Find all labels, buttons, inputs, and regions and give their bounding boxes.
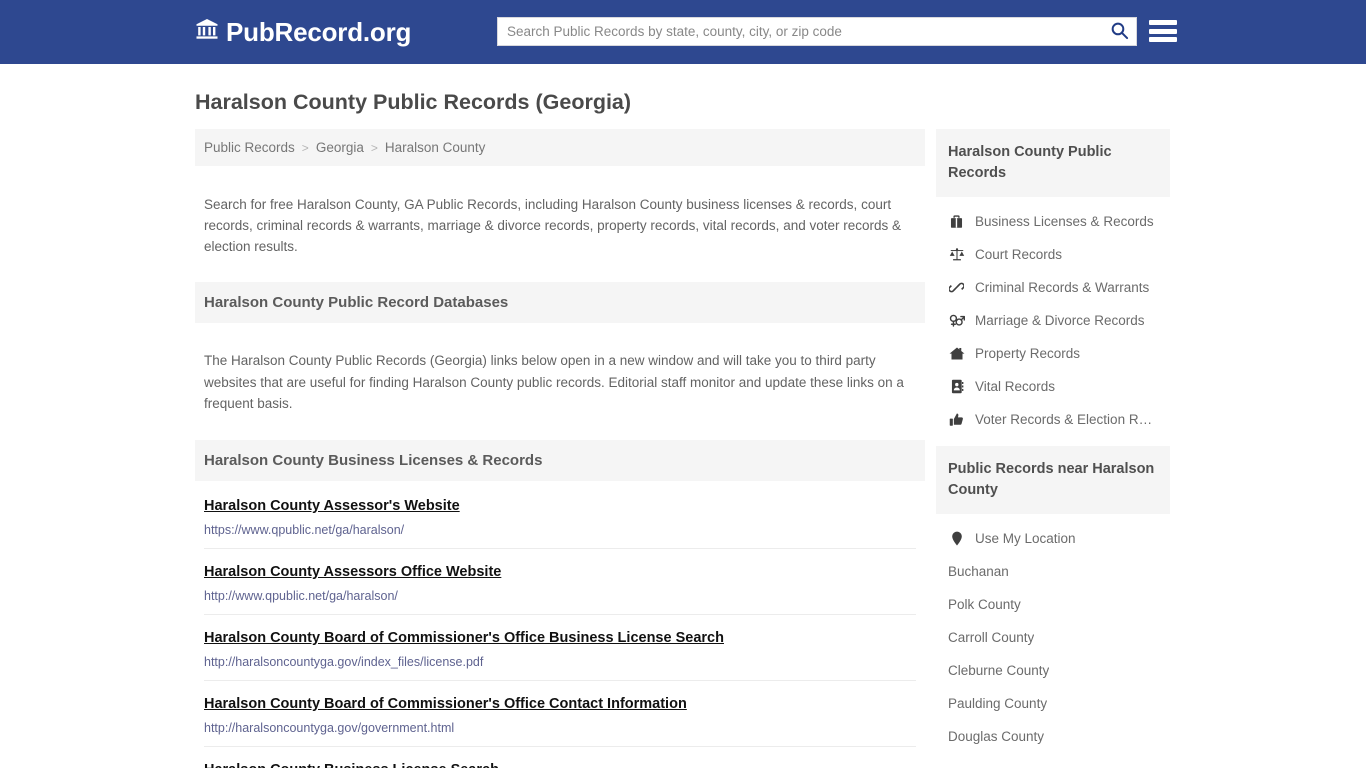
record-link-title[interactable]: Haralson County Assessor's Website xyxy=(204,498,460,514)
sidebar-item-paulding-county[interactable]: Paulding County xyxy=(936,687,1170,720)
search-icon xyxy=(1110,21,1129,43)
sidebar-item-court-records[interactable]: Court Records xyxy=(936,238,1170,271)
hamburger-bar xyxy=(1149,20,1177,25)
list-item: Haralson County Business License Search … xyxy=(204,747,916,768)
home-icon xyxy=(948,346,965,361)
record-link-title[interactable]: Haralson County Board of Commissioner's … xyxy=(204,630,724,646)
sidebar-item-business-licenses[interactable]: Business Licenses & Records xyxy=(936,205,1170,238)
site-logo-text: PubRecord.org xyxy=(226,16,412,47)
sidebar-item-property-records[interactable]: Property Records xyxy=(936,337,1170,370)
record-link-title[interactable]: Haralson County Board of Commissioner's … xyxy=(204,696,687,712)
record-link-url[interactable]: http://haralsoncountyga.gov/index_files/… xyxy=(204,655,916,669)
record-link-url[interactable]: http://www.qpublic.net/ga/haralson/ xyxy=(204,589,916,603)
bank-icon xyxy=(195,17,219,48)
intro-paragraph: Search for free Haralson County, GA Publ… xyxy=(204,196,901,255)
briefcase-icon xyxy=(948,214,965,229)
record-link-url[interactable]: http://haralsoncountyga.gov/government.h… xyxy=(204,721,916,735)
hamburger-bar xyxy=(1149,28,1177,34)
list-item: Haralson County Board of Commissioner's … xyxy=(204,615,916,681)
sidebar-item-label: Douglas County xyxy=(948,729,1045,745)
sidebar-item-label: Paulding County xyxy=(948,696,1048,712)
main-column: Public Records > Georgia > Haralson Coun… xyxy=(195,129,925,768)
site-logo-link[interactable]: PubRecord.org xyxy=(195,17,411,48)
site-header: PubRecord.org xyxy=(0,0,1366,64)
breadcrumb-separator-icon: > xyxy=(370,140,378,155)
databases-section-body: The Haralson County Public Records (Geor… xyxy=(204,353,904,412)
sidebar-item-voter-records[interactable]: Voter Records & Election R… xyxy=(936,403,1170,436)
record-link-title[interactable]: Haralson County Assessors Office Website xyxy=(204,564,501,580)
search-input[interactable] xyxy=(498,18,1102,45)
list-item: Haralson County Assessors Office Website… xyxy=(204,549,916,615)
sidebar-item-label: Carroll County xyxy=(948,630,1035,646)
breadcrumb-item-haralson-county: Haralson County xyxy=(384,140,486,155)
sidebar-item-label: Voter Records & Election R… xyxy=(975,412,1153,428)
list-item: Haralson County Board of Commissioner's … xyxy=(204,681,916,747)
sidebar-nearby-heading: Public Records near Haralson County xyxy=(936,446,1170,515)
databases-section-heading: Haralson County Public Record Databases xyxy=(195,281,925,323)
sidebar-records-list: Business Licenses & Records Court Record… xyxy=(936,197,1170,440)
address-book-icon xyxy=(948,379,965,394)
venus-mars-icon xyxy=(948,313,965,328)
search-button[interactable] xyxy=(1102,18,1136,45)
business-section-heading: Haralson County Business Licenses & Reco… xyxy=(195,439,925,481)
sidebar-records-heading: Haralson County Public Records xyxy=(936,129,1170,198)
sidebar-item-label: Cleburne County xyxy=(948,663,1050,679)
sidebar-nearby-box: Public Records near Haralson County Use … xyxy=(936,446,1170,757)
page-title: Haralson County Public Records (Georgia) xyxy=(195,90,632,114)
page-container: Haralson County Public Records (Georgia)… xyxy=(0,64,1366,768)
sidebar-item-label: Business Licenses & Records xyxy=(975,214,1154,230)
content-layout: Public Records > Georgia > Haralson Coun… xyxy=(195,129,1366,768)
sidebar-item-use-my-location[interactable]: Use My Location xyxy=(936,522,1170,555)
hamburger-bar xyxy=(1149,37,1177,42)
sidebar-item-buchanan[interactable]: Buchanan xyxy=(936,555,1170,588)
sidebar-item-label: Property Records xyxy=(975,346,1081,362)
breadcrumb-item-public-records[interactable]: Public Records xyxy=(204,140,295,155)
sidebar-item-douglas-county[interactable]: Douglas County xyxy=(936,720,1170,753)
record-link-url[interactable]: https://www.qpublic.net/ga/haralson/ xyxy=(204,523,916,537)
search-bar[interactable] xyxy=(497,17,1137,46)
thumbs-up-icon xyxy=(948,412,965,427)
sidebar-item-carroll-county[interactable]: Carroll County xyxy=(936,621,1170,654)
sidebar-nearby-list: Use My Location Buchanan Polk County Car… xyxy=(936,514,1170,757)
list-item: Haralson County Assessor's Website https… xyxy=(204,481,916,549)
business-link-list: Haralson County Assessor's Website https… xyxy=(195,481,925,768)
sidebar-item-polk-county[interactable]: Polk County xyxy=(936,588,1170,621)
sidebar: Haralson County Public Records Business … xyxy=(936,129,1170,763)
map-marker-icon xyxy=(948,531,965,546)
sidebar-item-label: Court Records xyxy=(975,247,1063,263)
sidebar-item-cleburne-county[interactable]: Cleburne County xyxy=(936,654,1170,687)
handcuffs-icon xyxy=(948,280,965,295)
sidebar-item-marriage-divorce[interactable]: Marriage & Divorce Records xyxy=(936,304,1170,337)
sidebar-item-label: Marriage & Divorce Records xyxy=(975,313,1145,329)
sidebar-item-criminal-records[interactable]: Criminal Records & Warrants xyxy=(936,271,1170,304)
breadcrumb-separator-icon: > xyxy=(301,140,309,155)
breadcrumb-item-georgia[interactable]: Georgia xyxy=(316,140,364,155)
sidebar-item-label: Polk County xyxy=(948,597,1021,613)
scales-of-justice-icon xyxy=(948,247,965,262)
sidebar-records-box: Haralson County Public Records Business … xyxy=(936,129,1170,440)
sidebar-item-label: Criminal Records & Warrants xyxy=(975,280,1150,296)
sidebar-item-label: Buchanan xyxy=(948,564,1009,580)
hamburger-menu-icon[interactable] xyxy=(1149,18,1177,44)
breadcrumb: Public Records > Georgia > Haralson Coun… xyxy=(195,129,925,166)
sidebar-item-label: Use My Location xyxy=(975,531,1076,547)
record-link-title[interactable]: Haralson County Business License Search xyxy=(204,762,499,768)
sidebar-item-label: Vital Records xyxy=(975,379,1056,395)
sidebar-item-vital-records[interactable]: Vital Records xyxy=(936,370,1170,403)
